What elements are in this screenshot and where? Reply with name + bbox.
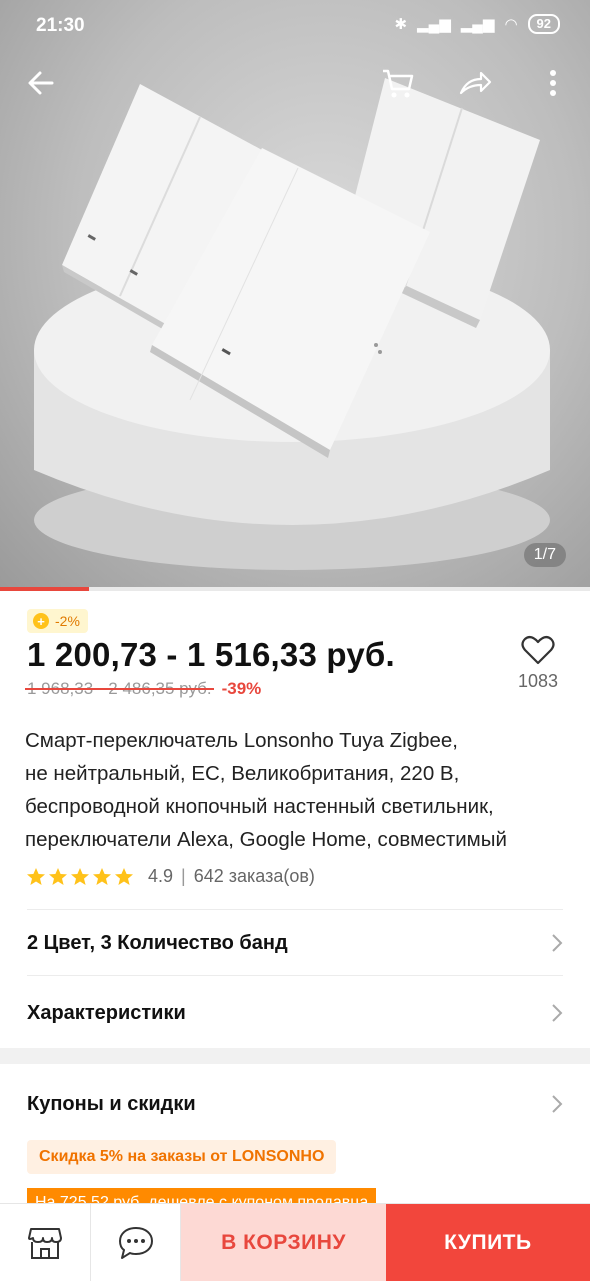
- store-discount-coupon[interactable]: Скидка 5% на заказы от LONSONHO: [27, 1140, 337, 1174]
- rating-separator: |: [181, 866, 186, 886]
- signal-icon: ▂▄▆: [460, 16, 495, 33]
- old-price-row: 1 968,33 - 2 486,35 руб. -39%: [25, 679, 262, 699]
- add-to-cart-button[interactable]: В КОРЗИНУ: [181, 1204, 386, 1281]
- coupons-row[interactable]: Купоны и скидки: [27, 1071, 563, 1137]
- battery-level: 92: [527, 14, 560, 34]
- cart-button[interactable]: [375, 60, 421, 106]
- variant-selector-row[interactable]: 2 Цвет, 3 Количество банд: [27, 910, 563, 976]
- star-icon: [93, 867, 111, 885]
- coin-discount-badge: + -2%: [27, 609, 88, 633]
- chevron-right-icon: [552, 1004, 563, 1022]
- product-title-line: переключатели Alexa, Google Home, совмес…: [25, 828, 507, 851]
- price-range: 1 200,73 - 1 516,33 руб.: [27, 636, 395, 673]
- product-title-line: Смарт-переключатель Lonsonho Tuya Zigbee…: [25, 729, 458, 752]
- cart-icon: [383, 69, 414, 98]
- more-button[interactable]: [530, 60, 576, 106]
- star-icon: [49, 867, 67, 885]
- specs-row[interactable]: Характеристики: [27, 980, 563, 1046]
- rating-value: 4.9: [148, 866, 174, 886]
- back-arrow-icon: [28, 71, 54, 95]
- status-icons: ✱ ▂▄▆ ▂▄▆ ◠ 92: [394, 14, 560, 34]
- product-title-line: не нейтральный, ЕС, Великобритания, 220 …: [25, 762, 460, 785]
- chat-icon: [118, 1226, 153, 1259]
- badge-text: -2%: [55, 613, 80, 629]
- gallery-progress-fill: [0, 587, 89, 591]
- store-button[interactable]: [0, 1204, 91, 1281]
- product-title: Смарт-переключатель Lonsonho Tuya Zigbee…: [25, 724, 570, 856]
- bluetooth-icon: ✱: [394, 16, 408, 33]
- product-image-gallery[interactable]: 21:30 ✱ ▂▄▆ ▂▄▆ ◠ 92 1/7: [0, 0, 590, 590]
- bottom-action-bar: В КОРЗИНУ КУПИТЬ: [0, 1203, 590, 1281]
- status-bar: 21:30 ✱ ▂▄▆ ▂▄▆ ◠ 92: [0, 0, 590, 52]
- divider: [27, 975, 563, 976]
- share-button[interactable]: [452, 60, 498, 106]
- coin-icon: +: [33, 613, 49, 629]
- coupons-heading: Купоны и скидки: [27, 1092, 196, 1115]
- rating-row[interactable]: 4.9 | 642 заказа(ов): [26, 866, 315, 887]
- back-button[interactable]: [18, 60, 64, 106]
- old-price: 1 968,33 - 2 486,35 руб.: [25, 679, 214, 698]
- star-icon: [71, 867, 89, 885]
- buy-now-button[interactable]: КУПИТЬ: [385, 1204, 590, 1281]
- wishlist-count: 1083: [517, 671, 559, 691]
- discount-percent: -39%: [221, 679, 262, 698]
- section-gap: [0, 1048, 590, 1064]
- wishlist-button[interactable]: 1083: [510, 634, 566, 692]
- share-icon: [459, 71, 492, 95]
- store-icon: [27, 1227, 62, 1259]
- wifi-icon: ◠: [504, 16, 518, 33]
- variant-label: 2 Цвет, 3 Количество банд: [27, 931, 288, 954]
- heart-icon: [521, 635, 555, 665]
- product-title-line: беспроводной кнопочный настенный светиль…: [25, 795, 494, 818]
- signal-icon: ▂▄▆: [417, 16, 451, 33]
- gallery-progress: [0, 587, 590, 591]
- orders-count: 642 заказа(ов): [193, 866, 315, 886]
- rating-stars: [26, 867, 134, 887]
- image-counter: 1/7: [523, 543, 566, 567]
- more-icon: [550, 70, 556, 96]
- star-icon: [115, 867, 133, 885]
- star-icon: [27, 867, 45, 885]
- status-time: 21:30: [36, 15, 85, 36]
- chat-button[interactable]: [91, 1204, 182, 1281]
- chevron-right-icon: [552, 1095, 563, 1113]
- product-photo: [34, 78, 550, 570]
- chevron-right-icon: [552, 934, 563, 952]
- specs-label: Характеристики: [27, 1001, 186, 1024]
